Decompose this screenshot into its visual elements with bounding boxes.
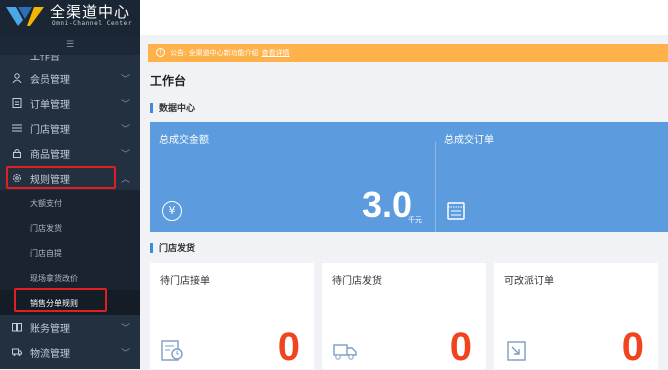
card-label: 可改派订单	[504, 276, 554, 287]
section-marker	[150, 243, 153, 253]
highlight-box-rules	[6, 166, 116, 189]
sidebar-item-accounts[interactable]: 账务管理 ﹀	[0, 314, 140, 339]
section-title: 门店发货	[159, 244, 196, 254]
app-subtitle: Omni-Channel Center	[52, 20, 133, 27]
card-count: 0	[449, 325, 472, 369]
member-icon	[12, 73, 22, 83]
total-amount-value: 3.0	[362, 184, 413, 225]
list-icon	[12, 124, 22, 132]
sidebar-item-label: 商品管理	[30, 150, 70, 161]
chevron-down-icon: ﹀	[120, 349, 130, 359]
chevron-down-icon: ﹀	[120, 150, 130, 160]
truck-icon	[12, 348, 22, 356]
page-title: 工作台	[150, 74, 187, 88]
sidebar-subitem-label: 门店发货	[30, 224, 62, 233]
notice-text-wrap: 公告: 全渠道中心新功能介绍 查看详情	[170, 48, 290, 58]
notice-detail-link[interactable]: 查看详情	[262, 49, 290, 57]
sidebar-item-label: 物流管理	[30, 349, 70, 360]
chevron-down-icon: ﹀	[120, 100, 130, 110]
card-count: 0	[277, 325, 300, 369]
order-icon	[12, 98, 22, 108]
chevron-down-icon: ﹀	[120, 125, 130, 135]
sidebar-item-label: 工作台	[30, 55, 60, 63]
chevron-down-icon: ﹀	[120, 324, 130, 334]
section-marker	[150, 103, 153, 113]
sidebar-subitem-onsite-price-change[interactable]: 现场拿货改价	[0, 265, 140, 290]
card-count: 0	[621, 325, 644, 369]
notice-text: 公告: 全渠道中心新功能介绍	[170, 49, 259, 57]
divider	[435, 142, 436, 232]
card-pending-ship[interactable]: 待门店发货 0	[322, 263, 486, 369]
sidebar-subitem-store-shipping[interactable]: 门店发货	[0, 215, 140, 240]
total-amount-label: 总成交金额	[159, 135, 209, 146]
delivery-truck-icon	[333, 344, 357, 360]
sidebar-subitem-large-payment[interactable]: 大额支付	[0, 190, 140, 215]
card-pending-accept[interactable]: 待门店接单 0	[150, 263, 314, 369]
data-center-panel: 总成交金额 ¥ 3.0 千元 总成交订单	[150, 122, 668, 232]
logo-mark-icon	[6, 7, 44, 26]
sidebar-item-orders[interactable]: 订单管理 ﹀	[0, 90, 140, 115]
total-amount-unit: 千元	[408, 216, 422, 224]
lock-icon	[13, 149, 21, 158]
chevron-up-icon: ︿	[120, 175, 130, 185]
top-bar	[140, 0, 668, 35]
section-header-data-center: 数据中心	[150, 99, 668, 119]
card-reassignable[interactable]: 可改派订单 0	[494, 263, 658, 369]
card-label: 待门店接单	[160, 276, 210, 287]
sidebar-item-logistics[interactable]: 物流管理 ﹀	[0, 339, 140, 364]
receipt-icon	[447, 202, 465, 220]
card-label: 待门店发货	[332, 276, 382, 287]
transfer-icon	[507, 341, 526, 361]
sidebar: 全渠道中心 Omni-Channel Center ☰ 工作台 会员管理 ﹀ 订…	[0, 0, 140, 369]
yen-icon: ¥	[162, 201, 182, 221]
chevron-down-icon: ﹀	[120, 75, 130, 85]
sidebar-item-label: 会员管理	[30, 75, 70, 86]
sidebar-item-label: 账务管理	[30, 324, 70, 335]
sidebar-subitem-store-pickup[interactable]: 门店自提	[0, 240, 140, 265]
book-icon	[12, 323, 22, 332]
info-icon: !	[156, 48, 165, 57]
menu-fold-icon[interactable]: ☰	[0, 35, 140, 55]
sidebar-item-stores[interactable]: 门店管理 ﹀	[0, 115, 140, 140]
sidebar-item-member[interactable]: 会员管理 ﹀	[0, 65, 140, 90]
sidebar-item-products[interactable]: 商品管理 ﹀	[0, 140, 140, 165]
sidebar-subitem-label: 大额支付	[30, 199, 62, 208]
sidebar-subitem-label: 门店自提	[30, 249, 62, 258]
sidebar-subitem-label: 现场拿货改价	[30, 274, 78, 283]
sidebar-item-workbench[interactable]: 工作台	[0, 55, 140, 65]
sidebar-item-label: 订单管理	[30, 100, 70, 111]
clock-doc-icon	[161, 340, 183, 361]
section-header-store-delivery: 门店发货	[150, 239, 668, 259]
highlight-box-sales-split	[14, 288, 107, 312]
logo[interactable]: 全渠道中心 Omni-Channel Center	[0, 0, 140, 35]
notice-bar: ! 公告: 全渠道中心新功能介绍 查看详情	[148, 44, 668, 62]
total-orders-label: 总成交订单	[444, 135, 494, 146]
app-title: 全渠道中心	[50, 3, 131, 21]
sidebar-item-label: 门店管理	[30, 125, 70, 136]
section-title: 数据中心	[159, 104, 196, 114]
